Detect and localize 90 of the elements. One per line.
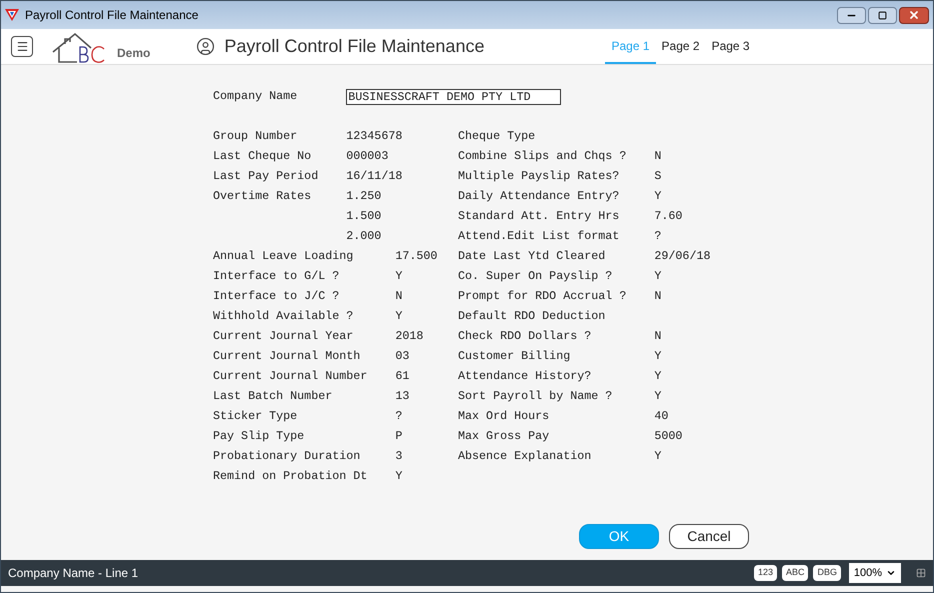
company-name-field[interactable]: BUSINESSCRAFT DEMO PTY LTD xyxy=(346,89,562,105)
field-label: Max Ord Hours xyxy=(458,409,550,424)
page-tab[interactable]: Page 2 xyxy=(656,29,706,64)
field-value[interactable]: 3 xyxy=(395,448,402,466)
field-value[interactable]: N xyxy=(395,288,402,306)
minimize-button[interactable] xyxy=(837,6,866,24)
page-title: Payroll Control File Maintenance xyxy=(224,35,484,58)
field-label: Combine Slips and Chqs ? xyxy=(458,149,626,164)
field-label: Interface to G/L ? xyxy=(213,269,340,284)
field-value[interactable]: P xyxy=(395,428,402,446)
field-value[interactable]: 1.250 xyxy=(346,188,382,206)
field-label: Probationary Duration xyxy=(213,449,360,464)
field-value[interactable]: Y xyxy=(654,388,662,406)
mode-button[interactable]: DBG xyxy=(813,565,841,581)
field-label: Default RDO Deduction xyxy=(458,309,606,324)
field-label: Annual Leave Loading xyxy=(213,249,354,264)
field-value[interactable]: 16/11/18 xyxy=(346,168,402,186)
field-label: Date Last Ytd Cleared xyxy=(458,249,606,264)
field-label: Max Gross Pay xyxy=(458,429,550,444)
field-label: Attendance History? xyxy=(458,369,592,384)
close-icon xyxy=(908,9,920,21)
field-value[interactable]: Y xyxy=(654,368,662,386)
field-value[interactable]: S xyxy=(654,168,662,186)
field-value[interactable]: Y xyxy=(395,268,402,286)
field-label: Last Cheque No xyxy=(213,149,312,164)
field-value[interactable]: 5000 xyxy=(654,428,682,446)
field-label: Check RDO Dollars ? xyxy=(458,329,592,344)
field-value[interactable]: Y xyxy=(654,188,662,206)
field-value[interactable]: N xyxy=(654,328,662,346)
field-value[interactable]: Y xyxy=(395,308,402,326)
mode-button[interactable]: 123 xyxy=(754,565,777,581)
field-value[interactable]: N xyxy=(654,148,662,166)
maximize-button[interactable] xyxy=(868,6,897,24)
app-icon xyxy=(5,8,19,22)
field-label: Interface to J/C ? xyxy=(213,289,340,304)
field-value[interactable]: 12345678 xyxy=(346,128,402,146)
field-value[interactable]: 13 xyxy=(395,388,410,406)
cancel-button[interactable]: Cancel xyxy=(669,524,749,549)
field-label: Customer Billing xyxy=(458,349,570,364)
field-value[interactable]: Y xyxy=(654,448,662,466)
field-value[interactable]: 03 xyxy=(395,348,410,366)
field-label: Pay Slip Type xyxy=(213,429,304,444)
field-label: Cheque Type xyxy=(458,129,536,144)
user-icon xyxy=(196,37,216,56)
close-button[interactable] xyxy=(899,6,929,24)
field-label: Remind on Probation Dt xyxy=(213,469,368,484)
field-label: Absence Explanation xyxy=(458,449,592,464)
field-label: Standard Att. Entry Hrs xyxy=(458,209,620,224)
field-value[interactable]: 40 xyxy=(654,408,668,426)
field-label: Overtime Rates xyxy=(213,189,312,204)
window-title: Payroll Control File Maintenance xyxy=(25,7,198,24)
field-label: Current Journal Month xyxy=(213,349,360,364)
field-value[interactable]: N xyxy=(654,288,662,306)
field-label: Daily Attendance Entry? xyxy=(458,189,620,204)
field-label: Last Pay Period xyxy=(213,169,318,184)
field-label: Last Batch Number xyxy=(213,389,332,404)
field-label: Company Name xyxy=(213,89,298,104)
field-label: Current Journal Number xyxy=(213,369,368,384)
field-value[interactable]: 2.000 xyxy=(346,228,382,246)
field-value[interactable]: 29/06/18 xyxy=(654,248,710,266)
field-label: Current Journal Year xyxy=(213,329,354,344)
mode-button[interactable]: ABC xyxy=(782,565,808,581)
grid-icon[interactable] xyxy=(916,568,926,578)
field-label: Sort Payroll by Name ? xyxy=(458,389,612,404)
page-tab[interactable]: Page 3 xyxy=(706,29,756,64)
field-value[interactable]: 000003 xyxy=(346,148,388,166)
field-value[interactable]: Y xyxy=(654,268,662,286)
field-value[interactable]: 61 xyxy=(395,368,410,386)
field-value[interactable]: 7.60 xyxy=(654,208,682,226)
field-value[interactable]: 1.500 xyxy=(346,208,382,226)
field-label: Co. Super On Payslip ? xyxy=(458,269,612,284)
menu-button[interactable] xyxy=(11,36,33,57)
field-value[interactable]: Y xyxy=(654,348,662,366)
chevron-down-icon xyxy=(886,568,896,578)
field-label: Group Number xyxy=(213,129,298,144)
field-value[interactable]: 2018 xyxy=(395,328,424,346)
field-label: Multiple Payslip Rates? xyxy=(458,169,620,184)
menu-icon xyxy=(16,40,28,53)
logo-text: Demo xyxy=(117,44,150,62)
maximize-icon xyxy=(878,10,887,20)
field-value[interactable]: Y xyxy=(395,468,402,486)
field-value[interactable]: ? xyxy=(654,228,662,246)
field-label: Prompt for RDO Accrual ? xyxy=(458,289,626,304)
field-value[interactable]: 17.500 xyxy=(395,248,438,266)
zoom-dropdown[interactable]: 100% xyxy=(849,563,901,583)
field-label: Withhold Available ? xyxy=(213,309,354,324)
field-label: Sticker Type xyxy=(213,409,298,424)
field-label: Attend.Edit List format xyxy=(458,229,620,244)
field-value[interactable]: ? xyxy=(395,408,402,426)
status-text: Company Name - Line 1 xyxy=(8,565,138,582)
